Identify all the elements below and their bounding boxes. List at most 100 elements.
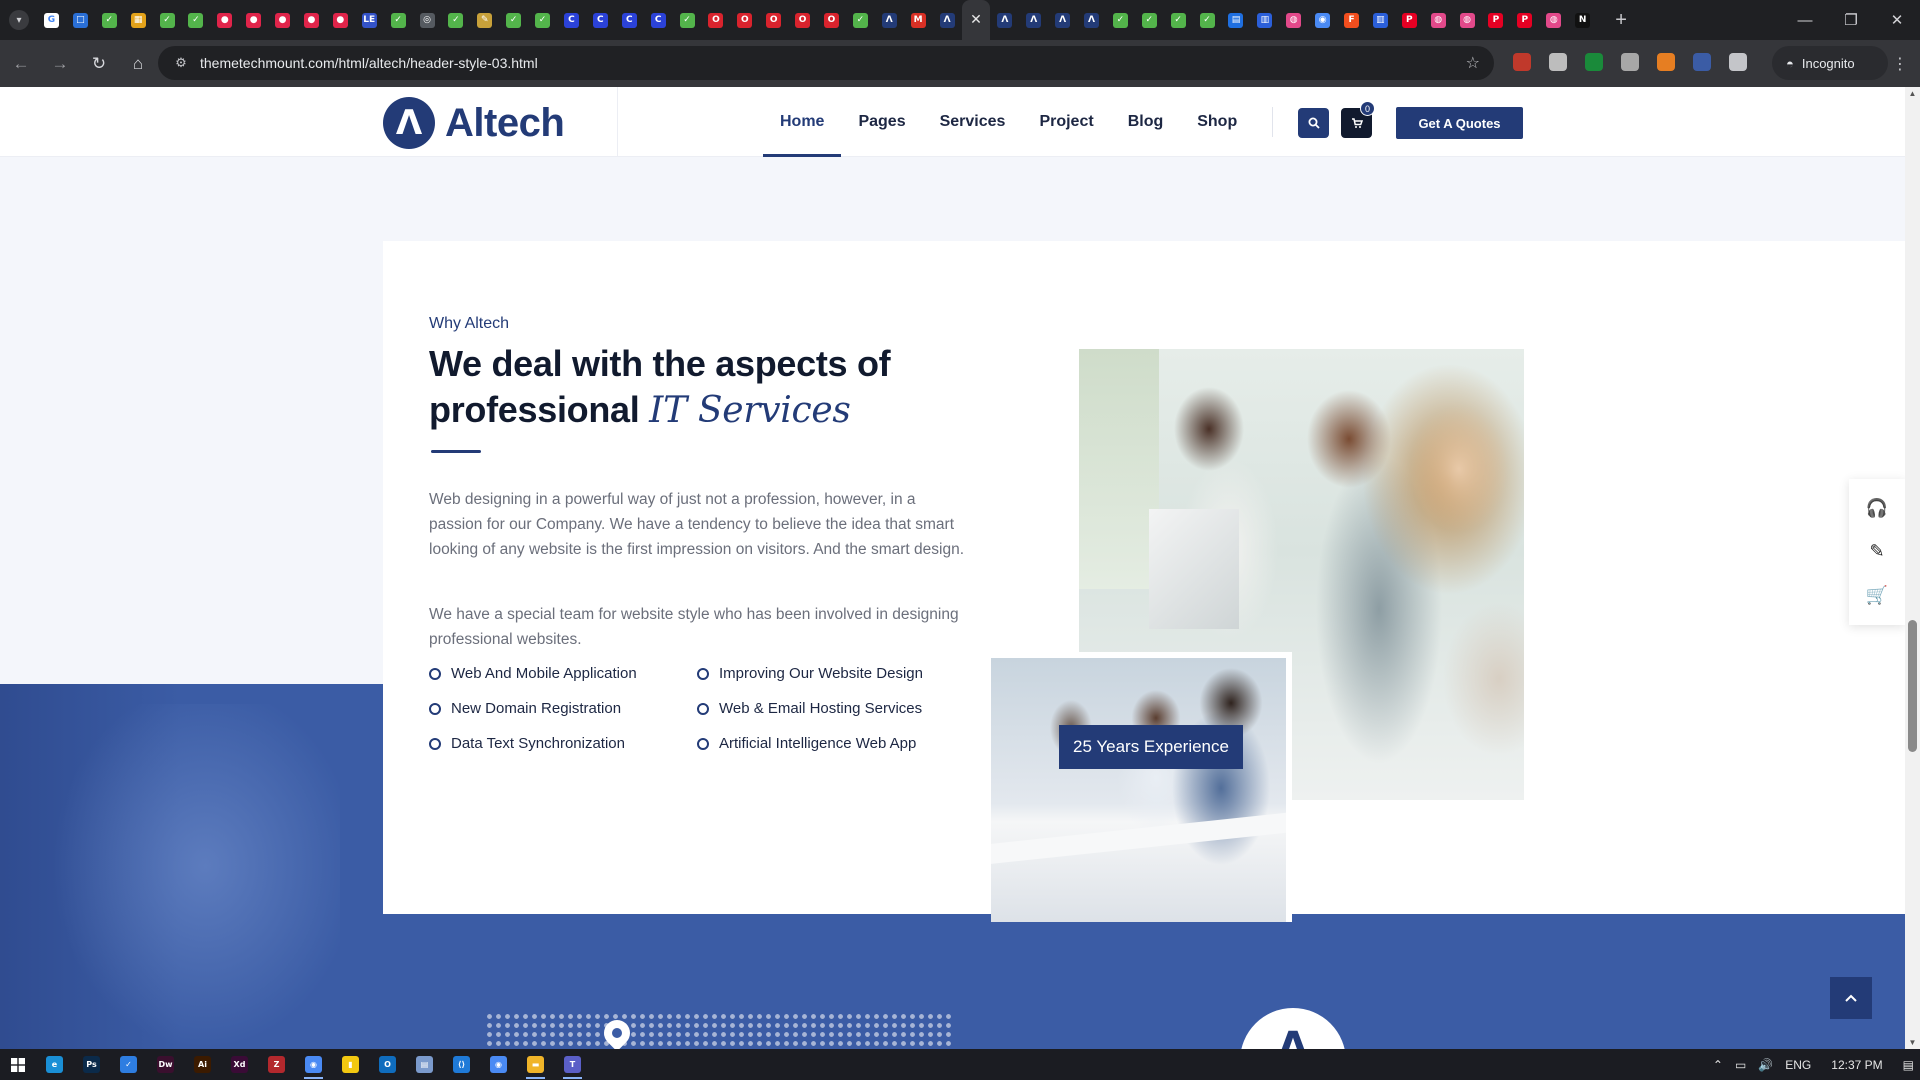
brand-logo[interactable]: Λ Altech: [383, 97, 565, 149]
extension-behance-icon[interactable]: [1585, 53, 1603, 71]
browser-tab[interactable]: ●: [268, 0, 297, 40]
start-button[interactable]: [0, 1049, 36, 1080]
browser-tab[interactable]: C: [615, 0, 644, 40]
extension-fire-icon[interactable]: [1657, 53, 1675, 71]
browser-tab[interactable]: ✎: [470, 0, 499, 40]
tab-close-icon[interactable]: ✕: [968, 12, 983, 28]
browser-tab[interactable]: O: [817, 0, 846, 40]
extension-blue-icon[interactable]: [1693, 53, 1711, 71]
back-button[interactable]: ←: [3, 46, 39, 82]
scroll-down-arrow[interactable]: ▼: [1905, 1038, 1920, 1047]
browser-tab[interactable]: ✓: [1164, 0, 1193, 40]
taskbar-app[interactable]: Xd: [221, 1049, 258, 1080]
tray-overflow-icon[interactable]: ⌃: [1713, 1058, 1723, 1072]
taskbar-app[interactable]: Dw: [147, 1049, 184, 1080]
close-window-button[interactable]: ✕: [1874, 0, 1920, 40]
browser-tab[interactable]: ◍: [1279, 0, 1308, 40]
browser-tab[interactable]: Λ: [990, 0, 1019, 40]
address-url[interactable]: themetechmount.com/html/altech/header-st…: [200, 55, 538, 71]
nav-project[interactable]: Project: [1022, 87, 1110, 157]
browser-tab[interactable]: P: [1510, 0, 1539, 40]
nav-shop[interactable]: Shop: [1180, 87, 1254, 157]
taskbar-app[interactable]: Ps: [73, 1049, 110, 1080]
browser-tab[interactable]: ✓: [384, 0, 413, 40]
taskbar-app[interactable]: ▬: [517, 1049, 554, 1080]
pen-icon[interactable]: ✎: [1869, 541, 1884, 562]
browser-tab[interactable]: O: [730, 0, 759, 40]
restore-button[interactable]: ❐: [1828, 0, 1874, 40]
notification-icon[interactable]: ▤: [1903, 1058, 1914, 1072]
browser-tab[interactable]: ✓: [1193, 0, 1222, 40]
extension-print-icon[interactable]: [1549, 53, 1567, 71]
browser-tab[interactable]: ✓: [95, 0, 124, 40]
browser-tab[interactable]: ◍: [1453, 0, 1482, 40]
network-icon[interactable]: ▭: [1735, 1058, 1746, 1072]
browser-tab[interactable]: ✓: [846, 0, 875, 40]
browser-tab[interactable]: O: [788, 0, 817, 40]
get-a-quote-button[interactable]: Get A Quotes: [1396, 107, 1523, 139]
tab-search-button[interactable]: ▾: [9, 10, 29, 30]
browser-tab[interactable]: ◍: [1424, 0, 1453, 40]
taskbar-app[interactable]: ▮: [332, 1049, 369, 1080]
browser-tab[interactable]: ✓: [181, 0, 210, 40]
home-button[interactable]: ⌂: [120, 46, 156, 82]
clock[interactable]: 12:37 PM: [1831, 1058, 1882, 1072]
browser-tab[interactable]: ◎: [413, 0, 442, 40]
taskbar-app[interactable]: e: [36, 1049, 73, 1080]
extensions-puzzle-icon[interactable]: [1729, 53, 1747, 71]
taskbar-app[interactable]: T: [554, 1049, 591, 1080]
browser-tab[interactable]: ▥: [1366, 0, 1395, 40]
browser-tab[interactable]: P: [1395, 0, 1424, 40]
incognito-indicator[interactable]: ◓ Incognito: [1772, 46, 1888, 80]
back-to-top-button[interactable]: [1830, 977, 1872, 1019]
minimize-button[interactable]: —: [1782, 0, 1828, 40]
address-bar[interactable]: ⚙ themetechmount.com/html/altech/header-…: [158, 46, 1494, 80]
browser-tab[interactable]: C: [586, 0, 615, 40]
browser-menu-icon[interactable]: ⋮: [1892, 54, 1908, 74]
cart-icon[interactable]: 🛒: [1866, 585, 1888, 606]
extension-red-icon[interactable]: [1513, 53, 1531, 71]
browser-tab[interactable]: G: [37, 0, 66, 40]
browser-tab[interactable]: C: [557, 0, 586, 40]
scroll-up-arrow[interactable]: ▲: [1905, 89, 1920, 98]
taskbar-app[interactable]: ▤: [406, 1049, 443, 1080]
browser-tab[interactable]: ✓: [1106, 0, 1135, 40]
nav-blog[interactable]: Blog: [1111, 87, 1181, 157]
taskbar-app[interactable]: ✓: [110, 1049, 147, 1080]
browser-tab[interactable]: O: [701, 0, 730, 40]
nav-pages[interactable]: Pages: [841, 87, 922, 157]
browser-tab[interactable]: ●: [297, 0, 326, 40]
taskbar-app[interactable]: ⟨⟩: [443, 1049, 480, 1080]
browser-tab[interactable]: P: [1482, 0, 1511, 40]
browser-tab[interactable]: F: [1337, 0, 1366, 40]
taskbar-app[interactable]: Ai: [184, 1049, 221, 1080]
browser-tab[interactable]: ◍: [1539, 0, 1568, 40]
browser-tab[interactable]: Λ: [1048, 0, 1077, 40]
browser-tab[interactable]: ✓: [153, 0, 182, 40]
browser-tab[interactable]: ✕: [961, 0, 991, 40]
browser-tab[interactable]: ●: [210, 0, 239, 40]
browser-tab[interactable]: LE: [355, 0, 384, 40]
taskbar-app[interactable]: ◉: [295, 1049, 332, 1080]
site-info-icon[interactable]: ⚙: [166, 55, 196, 71]
taskbar-app[interactable]: ◉: [480, 1049, 517, 1080]
browser-tab[interactable]: ✓: [528, 0, 557, 40]
headset-icon[interactable]: 🎧: [1866, 498, 1888, 519]
extension-camera-icon[interactable]: [1621, 53, 1639, 71]
browser-tab[interactable]: ▦: [124, 0, 153, 40]
browser-tab[interactable]: N: [1568, 0, 1597, 40]
nav-services[interactable]: Services: [923, 87, 1023, 157]
browser-tab[interactable]: ✓: [441, 0, 470, 40]
browser-tab[interactable]: ●: [239, 0, 268, 40]
browser-tab[interactable]: Λ: [1077, 0, 1106, 40]
reload-button[interactable]: ↻: [81, 46, 117, 82]
volume-icon[interactable]: 🔊: [1758, 1058, 1773, 1072]
browser-tab[interactable]: ▥: [1250, 0, 1279, 40]
browser-tab[interactable]: Λ: [875, 0, 904, 40]
browser-tab[interactable]: M: [904, 0, 933, 40]
browser-tab[interactable]: ✓: [673, 0, 702, 40]
browser-tab[interactable]: □: [66, 0, 95, 40]
new-tab-button[interactable]: +: [1607, 9, 1635, 32]
taskbar-app[interactable]: Z: [258, 1049, 295, 1080]
browser-tab[interactable]: C: [644, 0, 673, 40]
